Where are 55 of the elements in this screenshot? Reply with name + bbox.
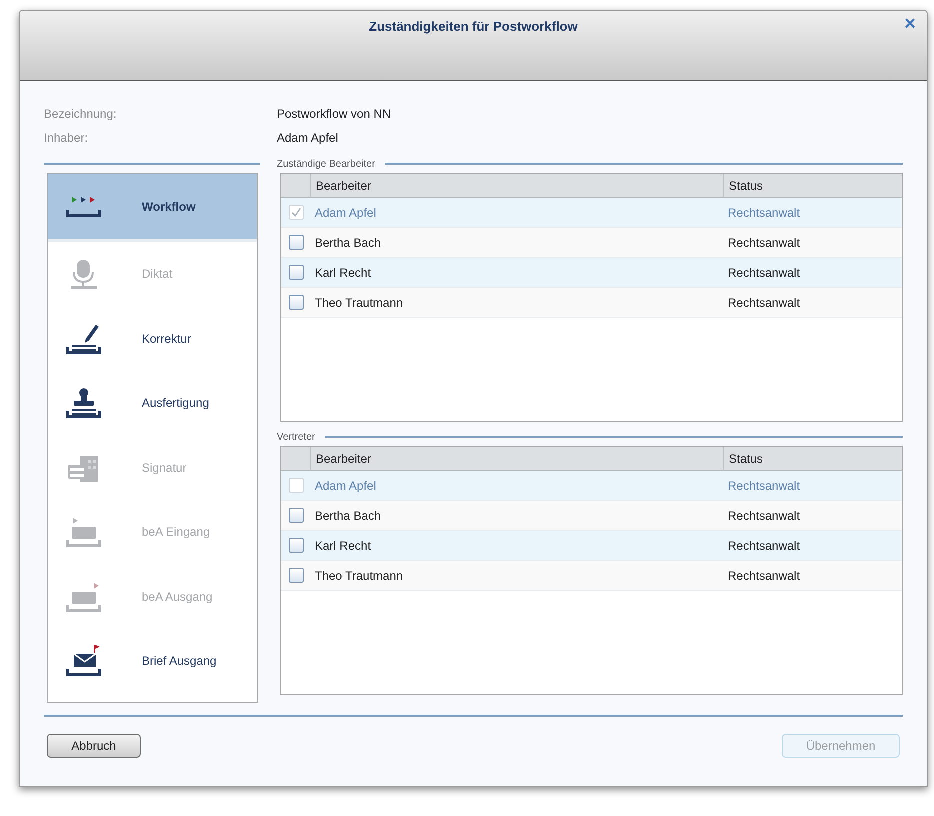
column-header[interactable]: Status: [724, 174, 902, 197]
table-cell-text: Rechtsanwalt: [727, 264, 802, 282]
tray-icon: [66, 516, 102, 548]
field-label: Inhaber:: [44, 130, 90, 147]
checkbox[interactable]: [288, 568, 304, 583]
table-row[interactable]: Bertha Bach Rechtsanwalt: [281, 228, 902, 258]
table-cell-text: Rechtsanwalt: [727, 294, 802, 312]
table-row[interactable]: Karl Recht Rechtsanwalt: [281, 258, 902, 288]
table-cell-text: Rechtsanwalt: [727, 568, 802, 584]
sidebar-item[interactable]: Workflow: [48, 174, 257, 242]
field-label: Bezeichnung:: [44, 106, 118, 123]
column-header[interactable]: Status: [724, 447, 902, 470]
sidebar-item-label: Korrektur: [142, 330, 192, 348]
group-legend: Vertreter: [277, 430, 316, 444]
table-cell-text: Bertha Bach: [314, 508, 382, 524]
tray-icon: [66, 580, 102, 613]
sidebar-item-label: beA Ausgang: [142, 588, 213, 606]
table-row[interactable]: Theo Trautmann Rechtsanwalt: [281, 561, 902, 591]
sidebar-item-label: Ausfertigung: [142, 395, 210, 412]
column-header[interactable]: Bearbeiter: [311, 174, 724, 197]
envelope-icon: [66, 645, 102, 678]
table-cell-text: Rechtsanwalt: [727, 234, 802, 252]
table-cell-text: Adam Apfel: [314, 204, 378, 222]
table-row[interactable]: Karl Recht Rechtsanwalt: [281, 531, 902, 561]
checkbox[interactable]: [288, 265, 304, 280]
checkbox[interactable]: [288, 538, 304, 553]
checkbox[interactable]: [288, 508, 304, 523]
group-legend: Zuständige Bearbeiter: [277, 156, 376, 172]
table-cell-text: Theo Trautmann: [314, 568, 404, 584]
table-cell-text: Karl Recht: [314, 538, 372, 554]
table-cell-text: Theo Trautmann: [314, 294, 404, 312]
table-row[interactable]: Bertha Bach Rechtsanwalt: [281, 501, 902, 531]
pen-tray-icon: [66, 322, 102, 355]
checkbox[interactable]: [288, 295, 304, 310]
table-cell-text: Bertha Bach: [314, 234, 382, 252]
sidebar-item-label: Signatur: [142, 460, 187, 477]
close-button[interactable]: ✕: [902, 15, 919, 34]
table-cell-text: Rechtsanwalt: [727, 478, 802, 494]
table-row[interactable]: Theo Trautmann Rechtsanwalt: [281, 288, 902, 318]
table-cell-text: Rechtsanwalt: [727, 538, 802, 554]
table-cell-text: Rechtsanwalt: [727, 508, 802, 524]
dialog-title: Zuständigkeiten für Postworkflow: [369, 18, 578, 36]
table-cell-text: Rechtsanwalt: [727, 204, 802, 222]
column-header[interactable]: Bearbeiter: [311, 447, 724, 470]
cancel-button[interactable]: Abbruch: [47, 734, 141, 758]
field-value: Postworkflow von NN: [277, 106, 392, 123]
checkbox[interactable]: [288, 235, 304, 250]
stamp-icon: [66, 387, 102, 420]
table-cell-text: Adam Apfel: [314, 478, 378, 494]
field-value: Adam Apfel: [277, 130, 340, 147]
sidebar-item-label: Workflow: [142, 198, 196, 216]
sidebar-item-label: Diktat: [142, 266, 173, 284]
table-cell-text: Karl Recht: [314, 264, 372, 282]
sidebar-item-label: Brief Ausgang: [142, 653, 217, 670]
sidebar-item-label: beA Eingang: [142, 524, 210, 542]
